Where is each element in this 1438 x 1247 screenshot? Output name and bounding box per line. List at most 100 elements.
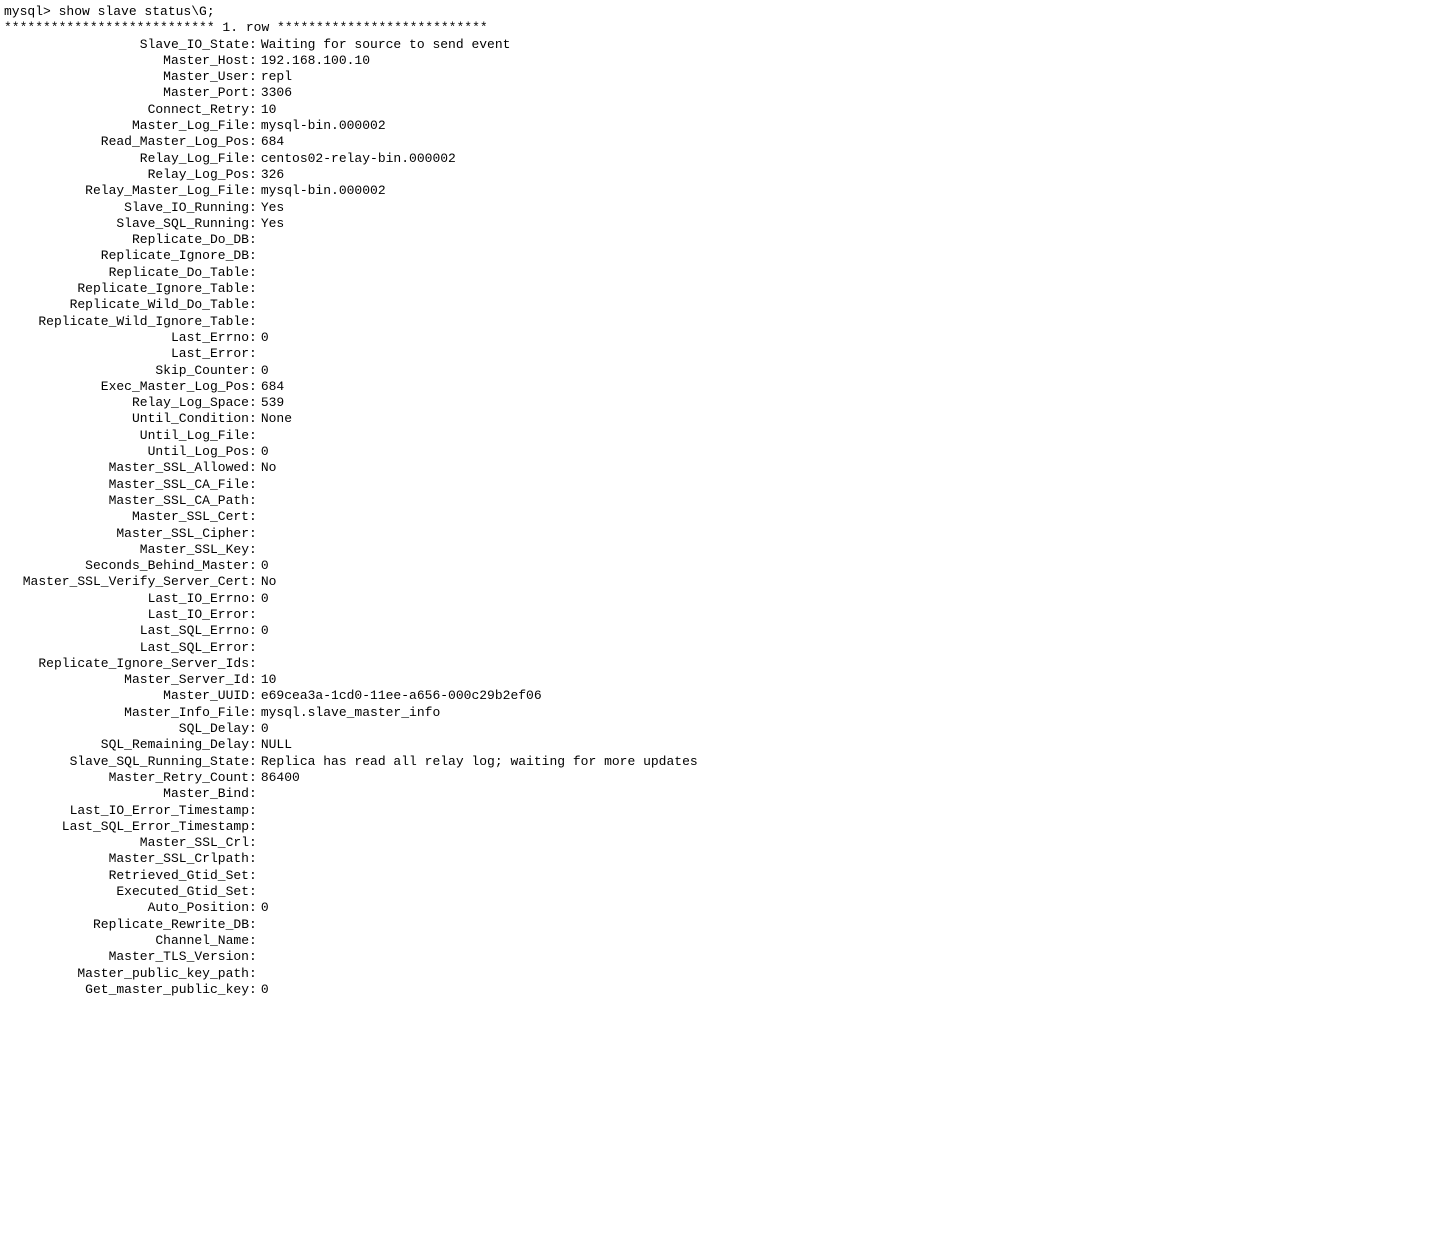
field-separator: :: [249, 900, 257, 916]
status-field-line: Replicate_Ignore_DB:: [4, 248, 1434, 264]
status-field-line: Last_Errno:0: [4, 330, 1434, 346]
field-separator: :: [249, 232, 257, 248]
field-separator: :: [249, 69, 257, 85]
field-value: [257, 607, 261, 623]
field-value: 0: [257, 363, 269, 379]
field-value: Yes: [257, 216, 284, 232]
field-separator: :: [249, 183, 257, 199]
field-key: Relay_Log_File: [4, 151, 249, 167]
field-key: Skip_Counter: [4, 363, 249, 379]
field-separator: :: [249, 542, 257, 558]
field-separator: :: [249, 949, 257, 965]
field-value: [257, 314, 261, 330]
field-value: 0: [257, 721, 269, 737]
status-field-line: Master_Bind:: [4, 786, 1434, 802]
field-key: Master_SSL_Cert: [4, 509, 249, 525]
status-field-line: Slave_IO_State:Waiting for source to sen…: [4, 37, 1434, 53]
field-key: Master_SSL_Allowed: [4, 460, 249, 476]
field-separator: :: [249, 216, 257, 232]
field-separator: :: [249, 118, 257, 134]
status-field-line: Master_SSL_Allowed:No: [4, 460, 1434, 476]
field-key: Slave_IO_State: [4, 37, 249, 53]
field-value: 0: [257, 591, 269, 607]
status-field-line: Relay_Log_Space:539: [4, 395, 1434, 411]
field-separator: :: [249, 623, 257, 639]
field-separator: :: [249, 37, 257, 53]
field-value: [257, 933, 261, 949]
field-key: Master_SSL_Cipher: [4, 526, 249, 542]
status-field-line: Master_SSL_CA_Path:: [4, 493, 1434, 509]
field-separator: :: [249, 53, 257, 69]
field-key: Last_SQL_Errno: [4, 623, 249, 639]
field-value: Replica has read all relay log; waiting …: [257, 754, 698, 770]
field-value: [257, 509, 261, 525]
status-field-line: Exec_Master_Log_Pos:684: [4, 379, 1434, 395]
status-field-line: SQL_Delay:0: [4, 721, 1434, 737]
field-separator: :: [249, 151, 257, 167]
status-field-line: Replicate_Ignore_Server_Ids:: [4, 656, 1434, 672]
field-value: 3306: [257, 85, 292, 101]
field-key: Connect_Retry: [4, 102, 249, 118]
status-field-line: Master_SSL_Cipher:: [4, 526, 1434, 542]
field-key: Relay_Master_Log_File: [4, 183, 249, 199]
field-value: mysql.slave_master_info: [257, 705, 440, 721]
field-key: Master_Retry_Count: [4, 770, 249, 786]
field-key: Master_SSL_Verify_Server_Cert: [4, 574, 249, 590]
field-separator: :: [249, 460, 257, 476]
field-value: [257, 835, 261, 851]
field-value: 0: [257, 330, 269, 346]
field-value: [257, 884, 261, 900]
field-separator: :: [249, 917, 257, 933]
status-field-line: Replicate_Ignore_Table:: [4, 281, 1434, 297]
row-separator: *************************** 1. row *****…: [4, 20, 1434, 36]
field-separator: :: [249, 966, 257, 982]
field-key: Slave_IO_Running: [4, 200, 249, 216]
field-value: [257, 281, 261, 297]
status-field-line: Last_Error:: [4, 346, 1434, 362]
field-separator: :: [249, 688, 257, 704]
field-value: [257, 526, 261, 542]
field-key: Last_IO_Errno: [4, 591, 249, 607]
status-field-line: Master_SSL_Crl:: [4, 835, 1434, 851]
field-value: [257, 786, 261, 802]
status-field-line: Master_Server_Id:10: [4, 672, 1434, 688]
status-field-line: Last_IO_Error:: [4, 607, 1434, 623]
field-key: Channel_Name: [4, 933, 249, 949]
field-separator: :: [249, 102, 257, 118]
field-key: Until_Log_Pos: [4, 444, 249, 460]
field-value: [257, 493, 261, 509]
field-key: Master_SSL_Crl: [4, 835, 249, 851]
field-key: Read_Master_Log_Pos: [4, 134, 249, 150]
field-key: Until_Log_File: [4, 428, 249, 444]
sql-command: show slave status\G;: [59, 4, 215, 19]
status-field-line: Master_Info_File:mysql.slave_master_info: [4, 705, 1434, 721]
field-value: [257, 640, 261, 656]
field-key: Executed_Gtid_Set: [4, 884, 249, 900]
status-field-line: Until_Log_File:: [4, 428, 1434, 444]
status-field-line: Master_User:repl: [4, 69, 1434, 85]
field-separator: :: [249, 428, 257, 444]
field-value: Waiting for source to send event: [257, 37, 511, 53]
field-value: No: [257, 460, 277, 476]
field-key: Last_Error: [4, 346, 249, 362]
field-separator: :: [249, 737, 257, 753]
field-value: No: [257, 574, 277, 590]
field-separator: :: [249, 851, 257, 867]
field-value: [257, 917, 261, 933]
field-key: Master_UUID: [4, 688, 249, 704]
field-key: Replicate_Ignore_Server_Ids: [4, 656, 249, 672]
status-field-line: Replicate_Wild_Ignore_Table:: [4, 314, 1434, 330]
status-field-line: Auto_Position:0: [4, 900, 1434, 916]
field-value: mysql-bin.000002: [257, 118, 386, 134]
field-key: Replicate_Ignore_Table: [4, 281, 249, 297]
field-key: Last_IO_Error_Timestamp: [4, 803, 249, 819]
field-value: 0: [257, 982, 269, 998]
status-field-line: Replicate_Wild_Do_Table:: [4, 297, 1434, 313]
field-key: Replicate_Rewrite_DB: [4, 917, 249, 933]
field-key: Replicate_Do_Table: [4, 265, 249, 281]
field-value: None: [257, 411, 292, 427]
field-separator: :: [249, 85, 257, 101]
field-separator: :: [249, 379, 257, 395]
status-field-line: Last_IO_Errno:0: [4, 591, 1434, 607]
status-field-line: Last_SQL_Error_Timestamp:: [4, 819, 1434, 835]
